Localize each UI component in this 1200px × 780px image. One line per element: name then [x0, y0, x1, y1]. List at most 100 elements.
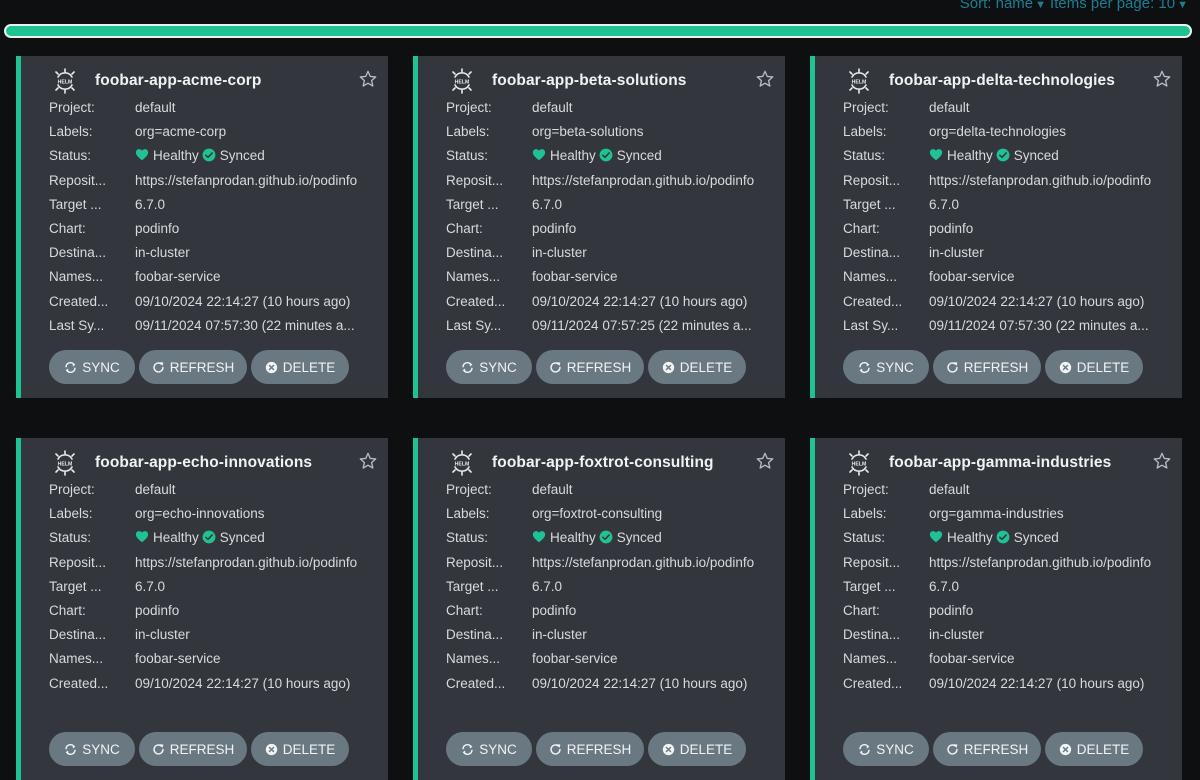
delete-button[interactable]: DELETE [1045, 350, 1143, 384]
detail-row-labels: Labels: org=echo-innovations [49, 502, 378, 526]
sync-status: Synced [616, 148, 662, 164]
application-card[interactable]: HELM foobar-app-beta-solutions Project: … [413, 56, 785, 398]
created-value: 09/10/2024 22:14:27 (10 hours ago) [135, 675, 351, 691]
project-label: Project: [49, 482, 95, 497]
card-header: HELM foobar-app-echo-innovations [52, 450, 388, 476]
delete-icon [1059, 361, 1071, 373]
app-name[interactable]: foobar-app-gamma-industries [889, 454, 1111, 472]
application-card[interactable]: HELM foobar-app-echo-innovations Project… [16, 438, 388, 780]
sync-status: Synced [219, 530, 265, 546]
sync-button[interactable]: SYNC [843, 732, 929, 766]
delete-button[interactable]: DELETE [1045, 732, 1143, 766]
sync-button[interactable]: SYNC [49, 350, 135, 384]
refresh-button[interactable]: REFRESH [139, 350, 247, 384]
application-card[interactable]: HELM foobar-app-foxtrot-consulting Proje… [413, 438, 785, 780]
sync-button[interactable]: SYNC [446, 350, 532, 384]
chevron-down-icon[interactable]: ▼ [1177, 0, 1188, 11]
refresh-button-label: REFRESH [566, 359, 632, 375]
health-status: Healthy [153, 530, 199, 546]
items-per-page-select[interactable]: Items per page: 10 [1050, 0, 1175, 12]
destination-value: in-cluster [929, 245, 984, 261]
sort-select[interactable]: Sort: name [960, 0, 1033, 12]
application-card[interactable]: HELM foobar-app-delta-technologies Proje… [810, 56, 1182, 398]
detail-row-target: Target ... 6.7.0 [49, 193, 378, 217]
delete-button[interactable]: DELETE [648, 732, 746, 766]
sync-button-label: SYNC [876, 741, 914, 757]
project-label: Project: [843, 482, 889, 497]
app-details: Project: default Labels: org=echo-innova… [49, 478, 378, 696]
status-label: Status: [446, 148, 489, 164]
namespace-value: foobar-service [135, 269, 221, 285]
star-icon[interactable] [1152, 69, 1172, 89]
star-icon[interactable] [358, 69, 378, 89]
namespace-label: Names... [49, 651, 104, 667]
app-name[interactable]: foobar-app-echo-innovations [95, 454, 312, 472]
repository-value: https://stefanprodan.github.io/podinfo [532, 172, 755, 188]
refresh-icon [550, 361, 561, 373]
application-card[interactable]: HELM foobar-app-gamma-industries Project… [810, 438, 1182, 780]
app-name[interactable]: foobar-app-acme-corp [95, 72, 262, 90]
detail-row-namespace: Names... foobar-service [843, 647, 1172, 671]
star-icon[interactable] [755, 451, 775, 471]
namespace-label: Names... [446, 269, 501, 285]
sync-button[interactable]: SYNC [49, 732, 135, 766]
helm-icon: HELM [55, 450, 75, 476]
app-details: Project: default Labels: org=acme-corp S… [49, 96, 378, 338]
sync-button-label: SYNC [82, 359, 120, 375]
created-value: 09/10/2024 22:14:27 (10 hours ago) [135, 293, 351, 309]
status-label: Status: [49, 530, 92, 546]
namespace-label: Names... [843, 651, 898, 667]
detail-row-labels: Labels: org=beta-solutions [446, 120, 775, 144]
sort-controls: Sort: name ▼ Items per page: 10 ▼ [960, 0, 1192, 12]
delete-button[interactable]: DELETE [251, 732, 349, 766]
status-label: Status: [843, 530, 886, 546]
refresh-button[interactable]: REFRESH [536, 350, 644, 384]
app-name[interactable]: foobar-app-beta-solutions [492, 72, 687, 90]
toolbar: Sort: name ▼ Items per page: 10 ▼ [0, 0, 1200, 20]
chart-value: podinfo [135, 220, 180, 236]
refresh-button[interactable]: REFRESH [933, 350, 1041, 384]
labels-value: org=beta-solutions [532, 124, 644, 140]
status-value: Healthy Synced [532, 526, 665, 550]
sync-icon [65, 743, 76, 755]
delete-button-label: DELETE [679, 359, 733, 375]
namespace-label: Names... [446, 651, 501, 667]
application-card[interactable]: HELM foobar-app-acme-corp Project: defau… [16, 56, 388, 398]
detail-row-chart: Chart: podinfo [843, 217, 1172, 241]
app-name[interactable]: foobar-app-delta-technologies [889, 72, 1115, 90]
sync-button[interactable]: SYNC [843, 350, 929, 384]
sync-button[interactable]: SYNC [446, 732, 532, 766]
detail-row-chart: Chart: podinfo [49, 217, 378, 241]
delete-button[interactable]: DELETE [648, 350, 746, 384]
star-icon[interactable] [1152, 451, 1172, 471]
health-status: Healthy [153, 148, 199, 164]
detail-row-project: Project: default [446, 478, 775, 502]
svg-text:HELM: HELM [852, 80, 867, 86]
delete-button[interactable]: DELETE [251, 350, 349, 384]
project-label: Project: [843, 100, 889, 115]
detail-row-namespace: Names... foobar-service [49, 265, 378, 289]
delete-icon [662, 743, 674, 755]
app-name[interactable]: foobar-app-foxtrot-consulting [492, 454, 714, 472]
detail-row-status: Status: Healthy Synced [446, 144, 775, 168]
detail-row-labels: Labels: org=acme-corp [49, 120, 378, 144]
detail-row-project: Project: default [49, 478, 378, 502]
chevron-down-icon[interactable]: ▼ [1035, 0, 1046, 11]
created-label: Created... [446, 293, 506, 309]
labels-label: Labels: [49, 124, 93, 140]
detail-row-repository: Reposit... https://stefanprodan.github.i… [843, 551, 1172, 575]
detail-row-created: Created... 09/10/2024 22:14:27 (10 hours… [843, 672, 1172, 696]
helm-icon: HELM [55, 68, 75, 94]
sync-icon [462, 361, 473, 373]
refresh-button[interactable]: REFRESH [933, 732, 1041, 766]
detail-row-labels: Labels: org=gamma-industries [843, 502, 1172, 526]
created-label: Created... [843, 293, 903, 309]
star-icon[interactable] [358, 451, 378, 471]
detail-row-destination: Destina... in-cluster [49, 241, 378, 265]
sync-status: Synced [616, 530, 662, 546]
refresh-button[interactable]: REFRESH [536, 732, 644, 766]
sync-status: Synced [219, 148, 265, 164]
health-summary-bar [4, 24, 1192, 38]
refresh-button[interactable]: REFRESH [139, 732, 247, 766]
star-icon[interactable] [755, 69, 775, 89]
